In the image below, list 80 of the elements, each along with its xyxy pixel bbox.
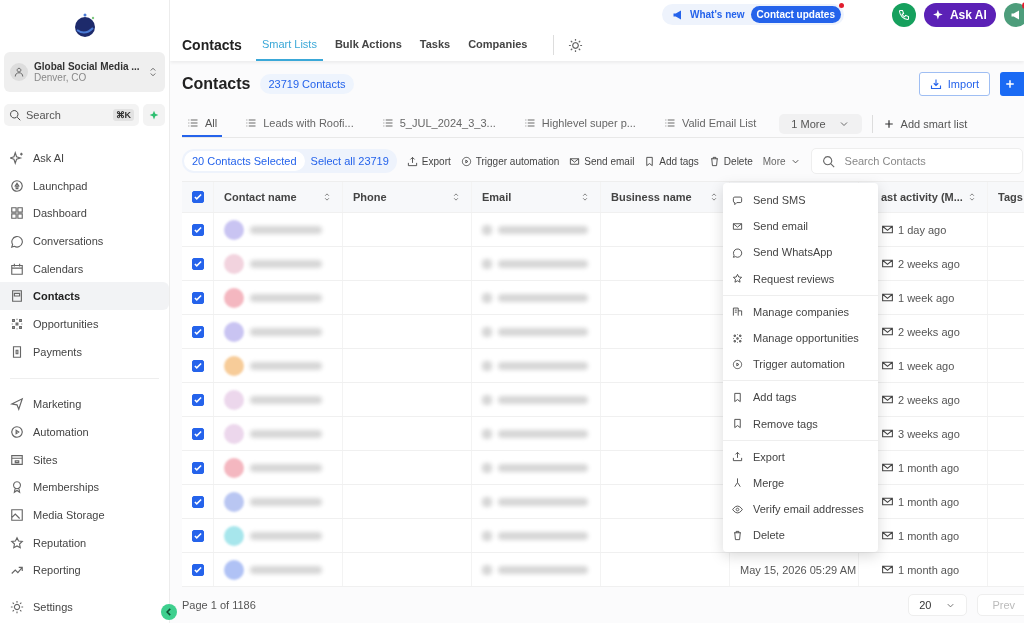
- account-switcher[interactable]: Global Social Media ... Denver, CO: [4, 52, 165, 92]
- selected-count: 20 Contacts Selected: [184, 151, 305, 171]
- update-badge: Contact updates: [750, 6, 841, 23]
- smart-list-tab[interactable]: 5_JUL_2024_3_3...: [376, 111, 501, 137]
- table-cell: 2 weeks ago: [898, 393, 960, 406]
- nav-tab[interactable]: Companies: [462, 29, 534, 61]
- menu-item[interactable]: Request reviews: [723, 265, 878, 292]
- column-header[interactable]: ast activity (M...: [881, 191, 963, 203]
- table-cell: 2 weeks ago: [898, 325, 960, 338]
- column-header[interactable]: Tags: [998, 191, 1023, 203]
- menu-item[interactable]: Trigger automation: [723, 351, 878, 378]
- sidebar-item[interactable]: Contacts: [0, 282, 169, 311]
- sidebar-item[interactable]: Calendars: [0, 254, 169, 283]
- search-contacts-field[interactable]: Search Contacts: [810, 148, 1023, 174]
- more-actions-button[interactable]: More: [762, 155, 801, 167]
- bulk-action-button[interactable]: Trigger automation: [460, 155, 560, 167]
- menu-item[interactable]: Send email: [723, 213, 878, 240]
- sidebar-item[interactable]: Payments: [0, 337, 169, 366]
- sidebar-item[interactable]: Conversations: [0, 227, 169, 255]
- contact-count-badge: 23719 Contacts: [260, 74, 354, 94]
- table-cell: May 15, 2026 05:29 AM: [740, 563, 857, 576]
- table-cell: 1 week ago: [898, 291, 955, 304]
- search-field[interactable]: Search ⌘K: [4, 104, 139, 126]
- smart-list-tab[interactable]: Highlevel super p...: [518, 111, 641, 137]
- smart-list-tab[interactable]: Valid Email List: [658, 111, 762, 137]
- menu-item[interactable]: Send WhatsApp: [723, 239, 878, 266]
- page-indicator: Page 1 of 1186: [182, 599, 256, 611]
- sidebar-item[interactable]: Automation: [0, 418, 169, 446]
- page-title: Contacts: [182, 75, 251, 93]
- menu-item[interactable]: Send SMS: [723, 187, 878, 214]
- section-title: Contacts: [182, 37, 242, 53]
- menu-item[interactable]: Manage opportunities: [723, 324, 878, 352]
- sidebar-item[interactable]: Opportunities: [0, 310, 169, 338]
- bulk-action-button[interactable]: Delete: [708, 155, 753, 167]
- page-size-select[interactable]: 20: [908, 594, 968, 616]
- table-cell: 1 day ago: [898, 223, 947, 236]
- table-cell: 2 weeks ago: [898, 257, 960, 270]
- menu-item[interactable]: Manage companies: [723, 298, 878, 325]
- column-header[interactable]: Email: [482, 191, 512, 203]
- shortcut-key: ⌘K: [112, 109, 134, 121]
- menu-item[interactable]: Export: [723, 443, 878, 470]
- nav-tab[interactable]: Tasks: [413, 29, 457, 61]
- sidebar-item[interactable]: Media Storage: [0, 501, 169, 529]
- menu-item[interactable]: Remove tags: [723, 410, 878, 437]
- table-cell: 1 month ago: [898, 495, 960, 508]
- sidebar-item[interactable]: Dashboard: [0, 199, 169, 228]
- table-cell: 1 month ago: [898, 461, 960, 474]
- whats-new-pill[interactable]: What's new Contact updates: [662, 4, 844, 25]
- account-location: Denver, CO: [34, 72, 88, 83]
- smart-list-tab[interactable]: Leads with Roofi...: [240, 111, 359, 137]
- import-button[interactable]: Import: [918, 72, 990, 96]
- menu-item[interactable]: Verify email addresses: [723, 496, 878, 523]
- menu-item[interactable]: Add tags: [723, 384, 878, 411]
- bulk-action-button[interactable]: Send email: [569, 155, 635, 167]
- settings-item[interactable]: Settings: [0, 593, 83, 621]
- nav-tab[interactable]: Bulk Actions: [328, 29, 408, 61]
- column-header[interactable]: Business name: [611, 191, 692, 203]
- sidebar-item[interactable]: Memberships: [0, 473, 169, 502]
- table-cell: 1 week ago: [898, 359, 955, 372]
- bulk-action-button[interactable]: Add tags: [644, 155, 699, 167]
- column-header[interactable]: Contact name: [224, 191, 297, 203]
- sidebar-item[interactable]: Sites: [0, 445, 169, 474]
- smart-list-tab[interactable]: All: [182, 111, 223, 137]
- select-all-link[interactable]: Select all 23719: [304, 155, 395, 167]
- account-name: Global Social Media ...: [34, 61, 141, 72]
- sidebar-item[interactable]: Reputation: [0, 528, 169, 557]
- menu-item[interactable]: Merge: [723, 469, 878, 497]
- sidebar-item[interactable]: Marketing: [0, 390, 169, 419]
- ask-ai-button[interactable]: Ask AI: [923, 2, 996, 27]
- column-header[interactable]: Phone: [353, 191, 387, 203]
- table-cell: 1 month ago: [898, 529, 960, 542]
- table-cell: 3 weeks ago: [898, 427, 960, 440]
- menu-item[interactable]: Delete: [723, 522, 878, 549]
- table-cell: 1 month ago: [898, 563, 960, 576]
- bulk-action-button[interactable]: Export: [406, 155, 451, 167]
- add-smart-list-button[interactable]: Add smart list: [882, 118, 968, 130]
- sidebar-item[interactable]: Reporting: [0, 556, 169, 585]
- sidebar-item[interactable]: Launchpad: [0, 171, 169, 200]
- sidebar-item[interactable]: Ask AI: [0, 144, 169, 172]
- more-lists-dropdown[interactable]: 1 More: [779, 114, 862, 134]
